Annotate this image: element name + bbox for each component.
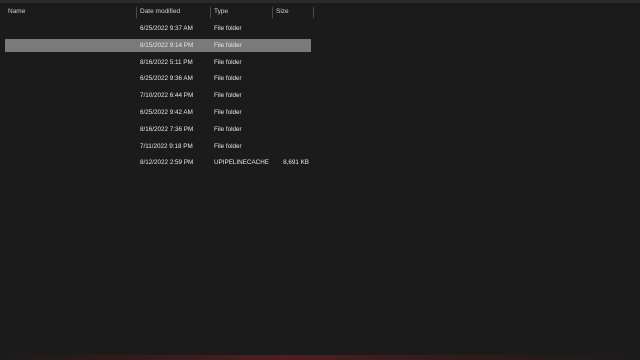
- file-explorer-window: Name Date modified Type Size Cloud6/25/2…: [0, 0, 640, 360]
- file-row[interactable]: PersistentDownloadDir7/11/2022 9:18 PMFi…: [5, 140, 311, 153]
- file-type: File folder: [214, 125, 242, 133]
- file-row[interactable]: Demos6/25/2022 9:36 AMFile folder: [5, 72, 311, 85]
- file-type: File folder: [214, 92, 242, 100]
- file-date-modified: 8/12/2022 2:59 PM: [140, 159, 194, 167]
- file-row[interactable]: Cloud6/25/2022 9:37 AMFile folder: [5, 22, 311, 35]
- column-header-size[interactable]: Size: [273, 4, 313, 20]
- file-date-modified: 6/25/2022 9:36 AM: [140, 75, 193, 83]
- file-size: 8,691 KB: [283, 159, 309, 167]
- bottom-edge-glow: [0, 355, 640, 360]
- file-date-modified: 8/16/2022 7:36 PM: [140, 125, 194, 133]
- file-type: File folder: [214, 58, 242, 66]
- file-row[interactable]: LMS6/25/2022 9:42 AMFile folder: [5, 106, 311, 119]
- window-top-edge: [0, 0, 640, 3]
- column-divider[interactable]: [313, 7, 314, 18]
- file-row[interactable]: Logs8/16/2022 7:36 PMFile folder: [5, 123, 311, 136]
- file-date-modified: 6/25/2022 9:42 AM: [140, 108, 193, 116]
- file-row[interactable]: Config8/15/2022 9:14 PMFile folder: [5, 38, 311, 52]
- file-list: Cloud6/25/2022 9:37 AMFile folderConfig8…: [5, 22, 311, 173]
- file-date-modified: 7/11/2022 9:18 PM: [140, 142, 193, 150]
- file-date-modified: 8/15/2022 9:14 PM: [140, 41, 194, 49]
- file-row[interactable]: Crashes8/16/2022 5:11 PMFile folder: [5, 56, 311, 69]
- file-row[interactable]: ESports7/10/2022 6:44 PMFile folder: [5, 89, 311, 102]
- column-header-bar: Name Date modified Type Size: [0, 4, 640, 20]
- column-header-name[interactable]: Name: [5, 4, 135, 20]
- column-header-date-modified[interactable]: Date modified: [137, 4, 209, 20]
- file-date-modified: 8/16/2022 5:11 PM: [140, 58, 193, 66]
- file-row[interactable]: FortniteGame_PCD3D_SM5.upipelinecache8/1…: [5, 156, 311, 169]
- file-type: File folder: [214, 75, 242, 83]
- file-date-modified: 6/25/2022 9:37 AM: [140, 25, 193, 32]
- file-type: File folder: [214, 41, 242, 49]
- file-type: File folder: [214, 25, 242, 32]
- file-type: File folder: [214, 142, 242, 150]
- file-type: File folder: [214, 108, 242, 116]
- file-type: UPIPELINECACHE ...: [214, 159, 270, 167]
- column-header-type[interactable]: Type: [211, 4, 271, 20]
- file-date-modified: 7/10/2022 6:44 PM: [140, 92, 194, 100]
